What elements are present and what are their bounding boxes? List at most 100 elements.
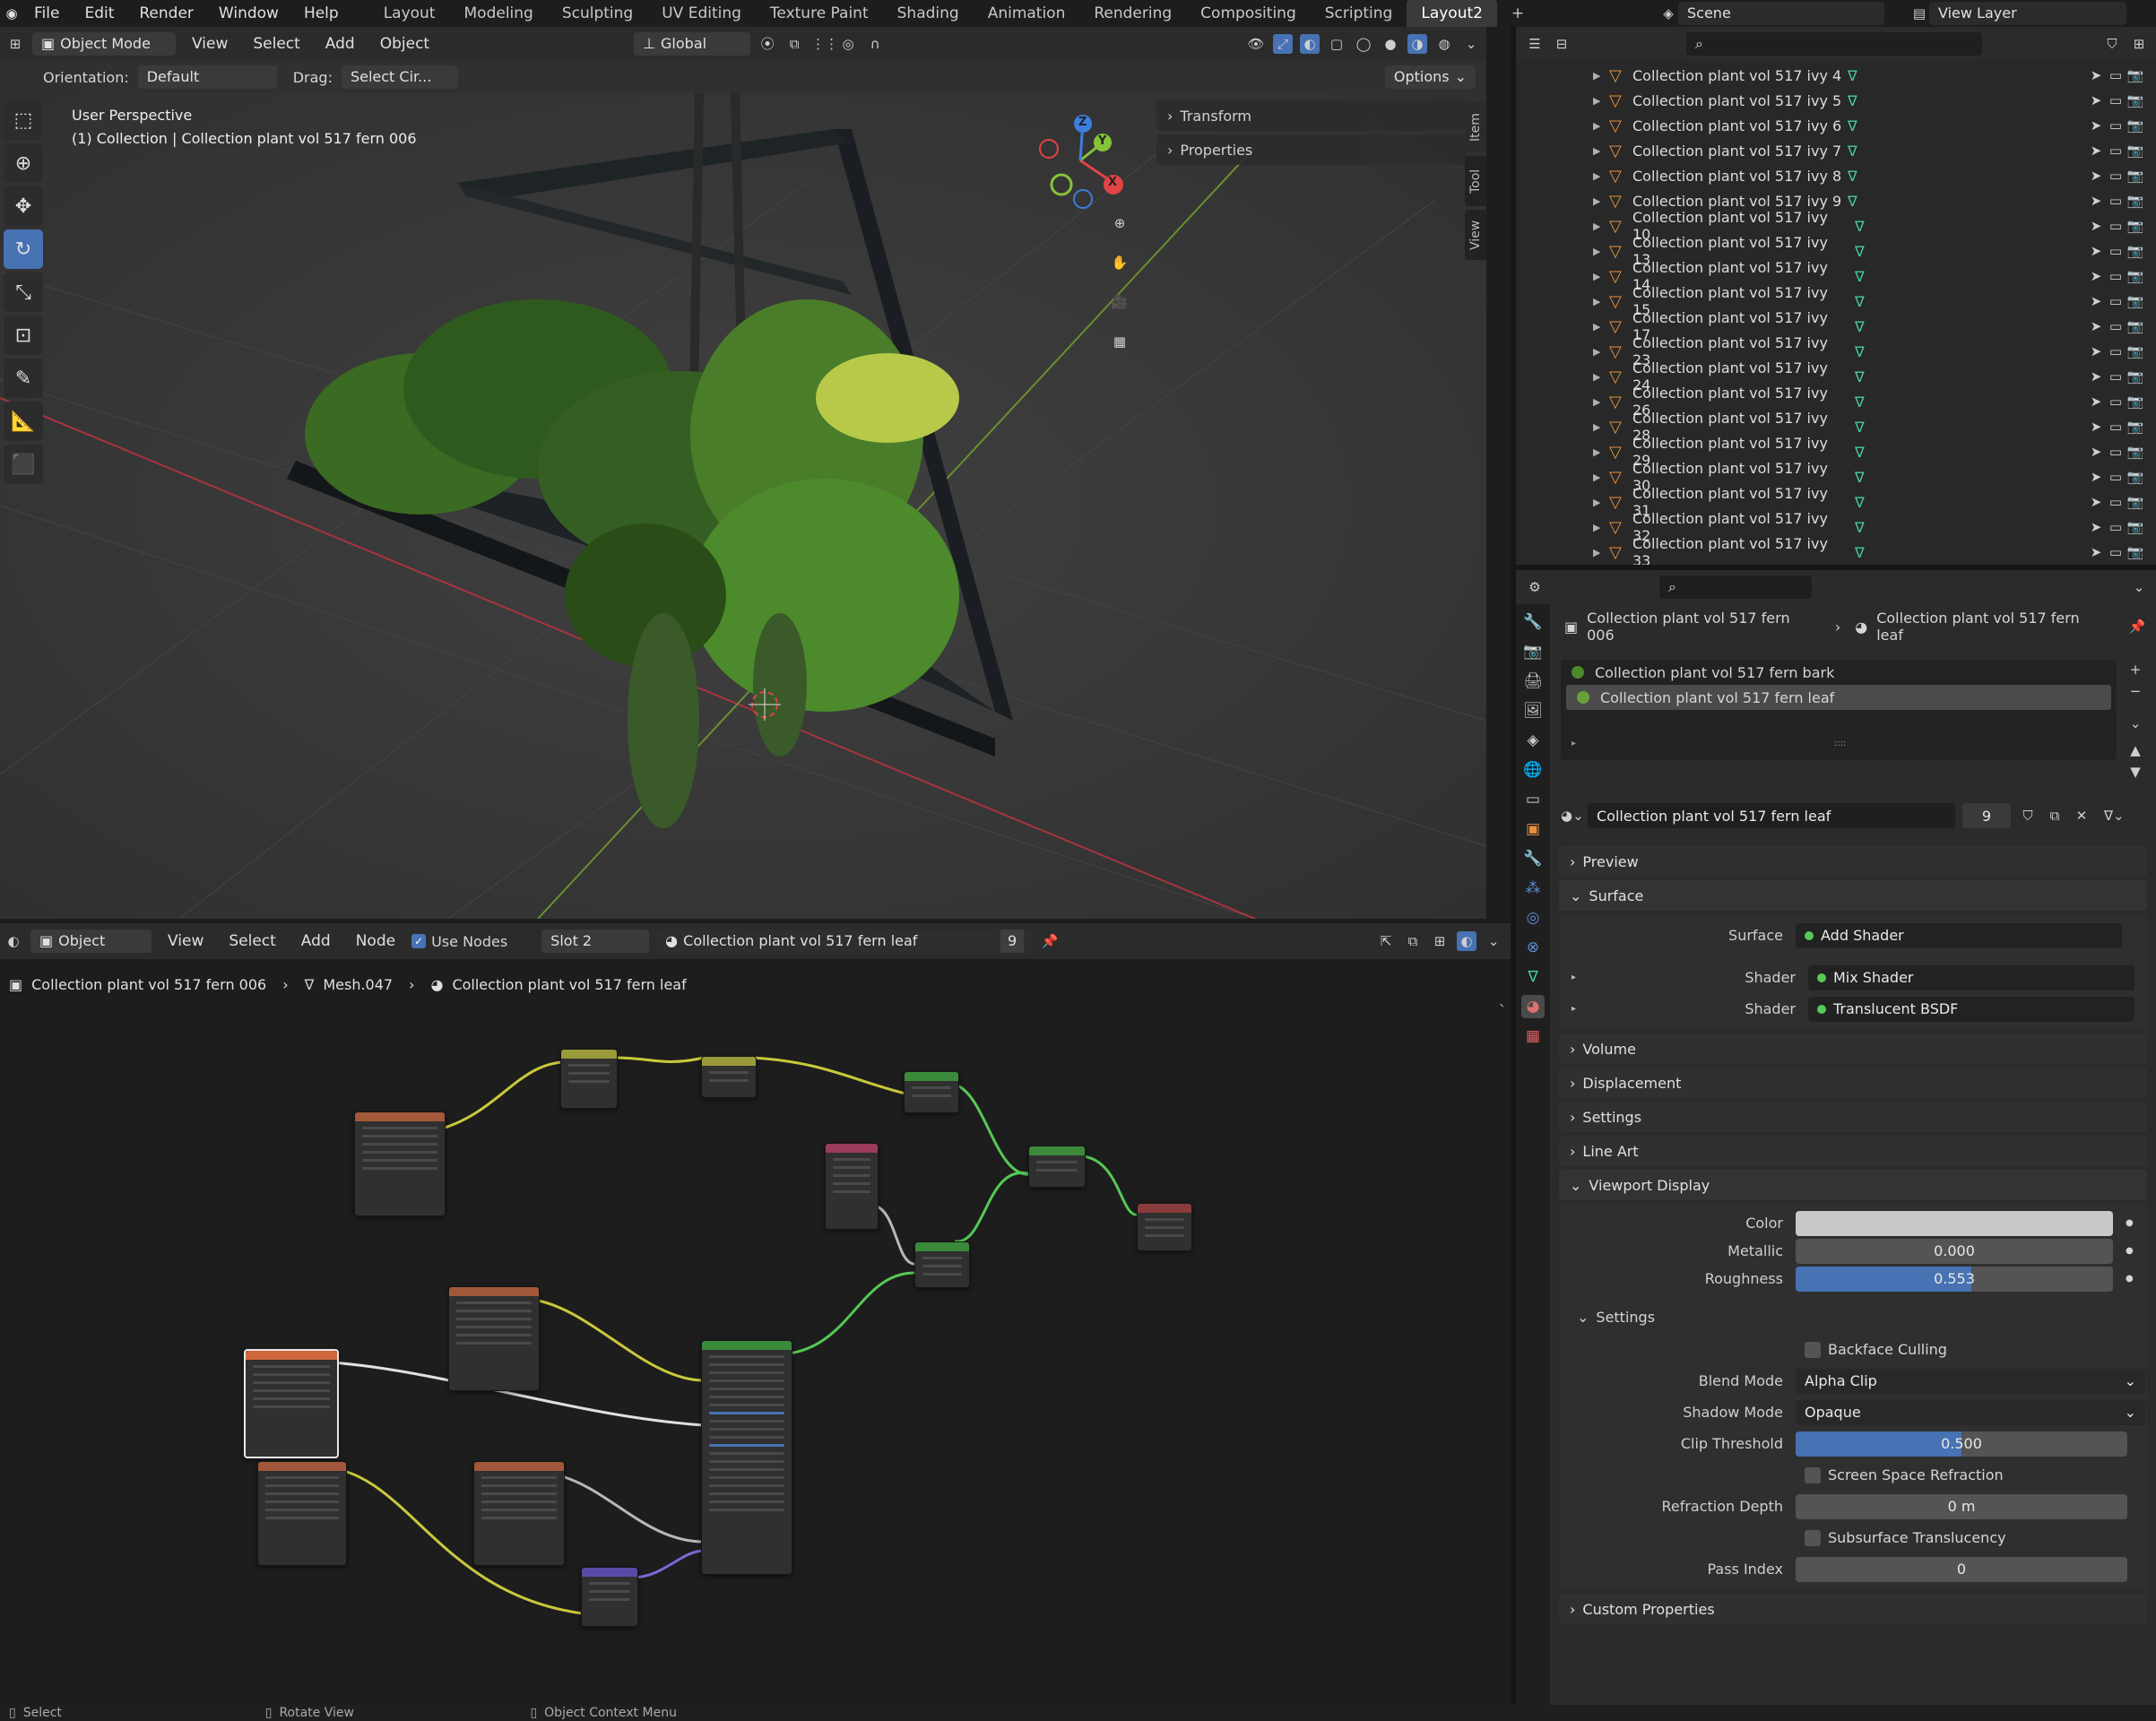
render-toggle-icon[interactable]: 📷 [2126, 291, 2145, 311]
menu-help[interactable]: Help [291, 0, 351, 27]
rotate-tool-icon[interactable]: ↻ [4, 229, 43, 269]
menu-render[interactable]: Render [126, 0, 206, 27]
properties-panel[interactable]: › Properties [1156, 134, 1467, 165]
proportional-edit-icon[interactable]: ◎ [838, 34, 858, 54]
display-mode-icon[interactable]: ⊟ [1552, 34, 1572, 54]
expand-arrow-icon[interactable]: ▶ [1593, 497, 1609, 508]
workspace-tab-texture-paint[interactable]: Texture Paint [756, 0, 883, 27]
expand-arrow-icon[interactable]: ▶ [1593, 346, 1609, 358]
translucent-shader-field[interactable]: Translucent BSDF [1808, 996, 2134, 1022]
expand-arrow-icon[interactable]: ▶ [1593, 221, 1609, 232]
displacement-section[interactable]: › Displacement [1559, 1068, 2147, 1098]
unlink-material-icon[interactable]: ✕ [2072, 806, 2091, 826]
expand-arrow-icon[interactable]: ▶ [1593, 170, 1609, 182]
expand-arrow-icon[interactable]: ▶ [1593, 95, 1609, 107]
outliner-item[interactable]: ▶ ▽ Collection plant vol 517 ivy 6 ∇ ➤ ▭ 📷 [1516, 113, 2156, 138]
render-toggle-icon[interactable]: 📷 [2126, 442, 2145, 462]
move-down-icon[interactable]: ▼ [2126, 762, 2145, 782]
link-mode-icon[interactable]: ∇⌄ [2104, 806, 2125, 826]
preview-section[interactable]: › Preview [1559, 846, 2147, 877]
annotate-tool-icon[interactable]: ✎ [4, 359, 43, 398]
viewport-toggle-icon[interactable]: ▭ [2106, 467, 2126, 487]
node-menu-select[interactable]: Select [220, 928, 284, 955]
material-slot-item-active[interactable]: Collection plant vol 517 fern leaf [1566, 685, 2111, 710]
scene-name-field[interactable]: Scene [1678, 2, 1884, 25]
node-material-selector[interactable]: ◕ Collection plant vol 517 fern leaf 9 [656, 930, 1034, 953]
duplicate-material-icon[interactable]: ⧉ [2045, 806, 2065, 826]
selectable-icon[interactable]: ➤ [2086, 91, 2106, 110]
expand-arrow-icon[interactable]: ▶ [1593, 321, 1609, 333]
outliner-item[interactable]: ▶ ▽ Collection plant vol 517 ivy 33 ∇ ➤ ▭ 📷 [1516, 535, 2156, 565]
line-art-section[interactable]: › Line Art [1559, 1136, 2147, 1166]
render-toggle-icon[interactable]: 📷 [2126, 492, 2145, 512]
viewport-toggle-icon[interactable]: ▭ [2106, 65, 2126, 85]
viewport-menu-object[interactable]: Object [371, 30, 438, 57]
pan-hand-icon[interactable]: ✋ [1104, 247, 1135, 278]
render-toggle-icon[interactable]: 📷 [2126, 316, 2145, 336]
pin-icon[interactable]: 📌 [2127, 617, 2147, 636]
selectable-icon[interactable]: ➤ [2086, 417, 2106, 437]
expand-arrow-icon[interactable]: ▸ [1559, 973, 1589, 982]
selectable-icon[interactable]: ➤ [2086, 116, 2106, 135]
pivot-icon[interactable]: ⦿ [758, 34, 777, 54]
transform-orientation-dropdown[interactable]: ⊥ Global [634, 32, 751, 56]
expand-arrow-icon[interactable]: ▶ [1593, 547, 1609, 558]
workspace-tab-animation[interactable]: Animation [974, 0, 1080, 27]
viewport-menu-select[interactable]: Select [244, 30, 308, 57]
render-toggle-icon[interactable]: 📷 [2126, 542, 2145, 562]
selectable-icon[interactable]: ➤ [2086, 316, 2106, 336]
node-overlay-icon[interactable]: ◐ [1457, 931, 1476, 951]
viewport-toggle-icon[interactable]: ▭ [2106, 517, 2126, 537]
viewport-toggle-icon[interactable]: ▭ [2106, 342, 2126, 361]
material-users-count[interactable]: 9 [1962, 803, 2011, 828]
selectable-icon[interactable]: ➤ [2086, 517, 2106, 537]
expand-arrow-icon[interactable]: ▶ [1593, 522, 1609, 533]
expand-arrow-icon[interactable]: ▶ [1593, 421, 1609, 433]
move-up-icon[interactable]: ▲ [2126, 740, 2145, 760]
properties-options-icon[interactable]: ⌄ [2129, 577, 2149, 597]
outliner-search-input[interactable]: ⌕ [1686, 32, 1982, 56]
shading-wireframe-icon[interactable]: ◯ [1354, 34, 1373, 54]
roughness-slider[interactable]: 0.553 [1796, 1266, 2113, 1292]
scale-tool-icon[interactable]: ⤡ [4, 272, 43, 312]
zoom-icon[interactable]: ⊕ [1104, 208, 1135, 238]
render-toggle-icon[interactable]: 📷 [2126, 417, 2145, 437]
render-toggle-icon[interactable]: 📷 [2126, 367, 2145, 386]
texture-tab-icon[interactable]: ▦ [1521, 1025, 1545, 1048]
workspace-tab-layout2[interactable]: Layout2 [1407, 0, 1497, 27]
blender-logo-icon[interactable]: ◉ [2, 4, 22, 23]
scene-selector[interactable]: ◈ Scene [1658, 2, 1884, 25]
slot-specials-icon[interactable]: ⌄ [2126, 713, 2145, 733]
3d-viewport[interactable]: User Perspective (1) Collection | Collec… [0, 93, 1486, 919]
navigation-gizmo[interactable]: X Y Z [1031, 111, 1130, 210]
render-toggle-icon[interactable]: 📷 [2126, 392, 2145, 411]
viewport-toggle-icon[interactable]: ▭ [2106, 166, 2126, 186]
selectable-icon[interactable]: ➤ [2086, 291, 2106, 311]
expand-arrow-icon[interactable]: ▶ [1593, 70, 1609, 82]
new-collection-icon[interactable]: ⊞ [2129, 34, 2149, 54]
material-slot-item[interactable]: Collection plant vol 517 fern bark [1561, 660, 2117, 685]
render-toggle-icon[interactable]: 📷 [2126, 467, 2145, 487]
settings-section[interactable]: › Settings [1559, 1102, 2147, 1132]
select-tool-icon[interactable]: ⬚ [4, 100, 43, 140]
add-workspace-icon[interactable]: + [1497, 0, 1538, 27]
workspace-tab-rendering[interactable]: Rendering [1079, 0, 1186, 27]
pass-index-field[interactable]: 0 [1796, 1556, 2127, 1582]
falloff-icon[interactable]: ∩ [865, 34, 885, 54]
selectable-icon[interactable]: ➤ [2086, 442, 2106, 462]
mode-dropdown[interactable]: ▣ Object Mode [32, 32, 176, 56]
selectable-icon[interactable]: ➤ [2086, 141, 2106, 160]
node-hue-saturation[interactable] [701, 1056, 757, 1098]
viewport-toggle-icon[interactable]: ▭ [2106, 316, 2126, 336]
expand-list-icon[interactable]: ▸ [1572, 739, 1576, 748]
options-dropdown[interactable]: Options ⌄ [1384, 65, 1476, 89]
workspace-tab-compositing[interactable]: Compositing [1186, 0, 1311, 27]
screen-space-refraction-checkbox[interactable] [1805, 1466, 1821, 1483]
clip-threshold-slider[interactable]: 0.500 [1796, 1431, 2127, 1457]
viewport-toggle-icon[interactable]: ▭ [2106, 91, 2126, 110]
viewport-menu-view[interactable]: View [183, 30, 237, 57]
expand-arrow-icon[interactable]: ▶ [1593, 396, 1609, 408]
render-toggle-icon[interactable]: 📷 [2126, 166, 2145, 186]
viewport-toggle-icon[interactable]: ▭ [2106, 417, 2126, 437]
viewport-toggle-icon[interactable]: ▭ [2106, 392, 2126, 411]
